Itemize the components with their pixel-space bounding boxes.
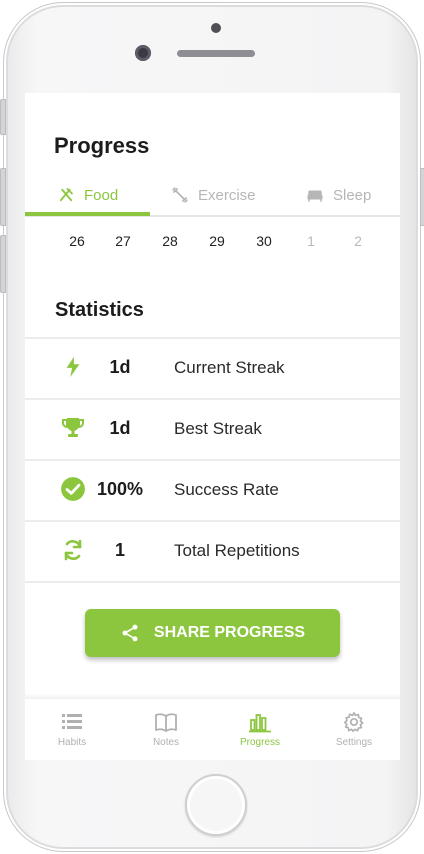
- bar-chart-icon: [249, 714, 271, 733]
- stat-label: Current Streak: [174, 358, 285, 377]
- page-title: Progress: [54, 133, 150, 158]
- book-icon: [155, 713, 177, 732]
- fork-knife-icon: [59, 188, 73, 202]
- app-screen: Progress Food Exercise Sleep 26 27 28 29…: [25, 93, 400, 760]
- active-tab-indicator: [25, 212, 150, 216]
- share-icon: [122, 624, 138, 642]
- share-progress-button[interactable]: SHARE PROGRESS: [85, 609, 340, 657]
- tab-exercise[interactable]: Exercise: [171, 175, 256, 215]
- mute-switch: [0, 99, 6, 135]
- tab-label: Food: [84, 186, 119, 204]
- front-camera: [135, 45, 151, 61]
- trophy-icon: [59, 414, 87, 442]
- stat-label: Total Repetitions: [174, 541, 300, 560]
- stat-value: 1d: [109, 418, 131, 438]
- share-button-label: SHARE PROGRESS: [153, 624, 306, 641]
- date-item[interactable]: 2: [340, 233, 376, 249]
- volume-up-button: [0, 168, 6, 226]
- bottom-navigation: Habits Notes Progress Settings: [25, 699, 400, 760]
- tab-label: Sleep: [333, 186, 372, 204]
- statistics-title: Statistics: [55, 299, 144, 321]
- stat-value: 100%: [96, 479, 144, 499]
- date-item[interactable]: 26: [59, 233, 95, 249]
- nav-habits[interactable]: Habits: [25, 699, 119, 760]
- tab-sleep[interactable]: Sleep: [306, 175, 371, 215]
- date-item[interactable]: 28: [152, 233, 188, 249]
- stat-value: 1: [114, 540, 125, 560]
- nav-label: Progress: [239, 737, 280, 748]
- list-icon: [62, 714, 82, 729]
- bed-icon: [307, 190, 323, 202]
- gear-icon: [344, 712, 364, 732]
- check-circle-icon: [59, 475, 87, 503]
- power-button: [420, 168, 424, 226]
- stat-row-success-rate: 100% Success Rate: [25, 459, 400, 520]
- earpiece-speaker: [177, 50, 255, 57]
- nav-label: Notes: [152, 737, 180, 748]
- repeat-icon: [59, 536, 87, 564]
- category-tabs: Food Exercise Sleep: [25, 175, 400, 217]
- nav-label: Habits: [57, 737, 87, 748]
- stat-row-best-streak: 1d Best Streak: [25, 398, 400, 459]
- date-strip: 26 27 28 29 30 1 2: [25, 233, 400, 257]
- date-item[interactable]: 30: [246, 233, 282, 249]
- stat-row-total-repetitions: 1 Total Repetitions: [25, 520, 400, 583]
- nav-progress[interactable]: Progress: [213, 699, 307, 760]
- proximity-sensor: [211, 23, 221, 33]
- nav-label: Settings: [335, 737, 373, 748]
- date-item[interactable]: 27: [105, 233, 141, 249]
- date-item[interactable]: 1: [293, 233, 329, 249]
- lightning-icon: [59, 353, 87, 381]
- tab-food[interactable]: Food: [57, 175, 118, 215]
- nav-settings[interactable]: Settings: [307, 699, 400, 760]
- nav-notes[interactable]: Notes: [119, 699, 213, 760]
- stat-label: Best Streak: [174, 419, 262, 438]
- volume-down-button: [0, 235, 6, 293]
- stat-value: 1d: [109, 357, 131, 377]
- statistics-list: 1d Current Streak 1d Best Streak 100% Su…: [25, 337, 400, 583]
- dumbbell-icon: [172, 187, 188, 203]
- date-item[interactable]: 29: [199, 233, 235, 249]
- stat-label: Success Rate: [174, 480, 279, 499]
- stat-row-current-streak: 1d Current Streak: [25, 337, 400, 398]
- tab-label: Exercise: [198, 186, 256, 204]
- home-button[interactable]: [185, 774, 247, 836]
